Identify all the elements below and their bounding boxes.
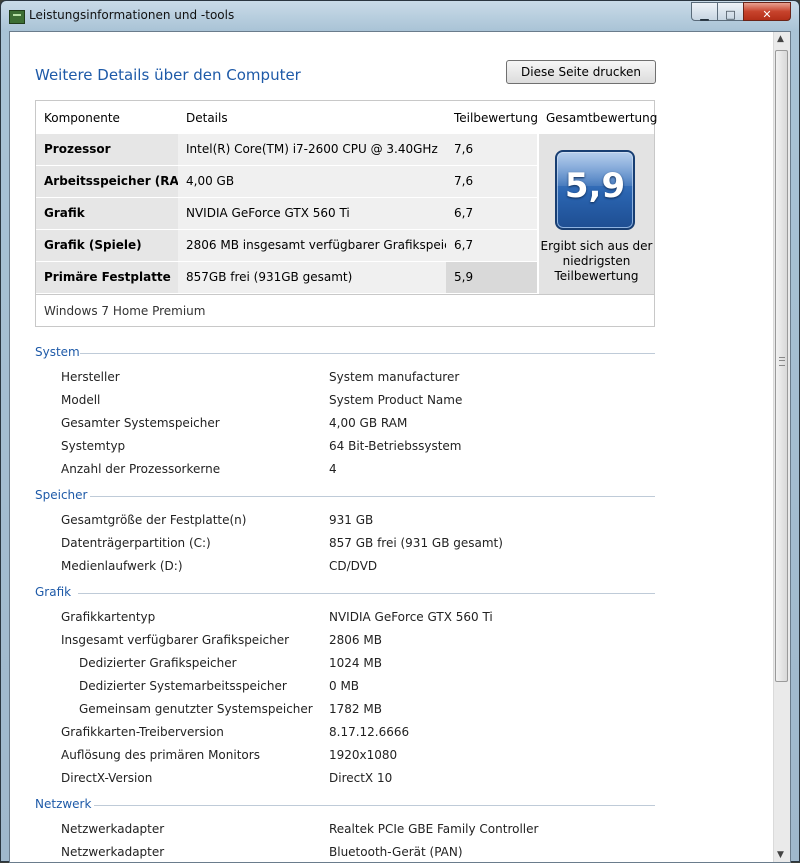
grip-icon xyxy=(779,357,785,366)
detail-label: Systemtyp xyxy=(61,439,126,453)
detail-value: 8.17.12.6666 xyxy=(329,725,410,739)
score-row-gaming-graphics: Grafik (Spiele) 2806 MB insgesamt verfüg… xyxy=(36,230,538,261)
maximize-icon: □ xyxy=(725,8,736,21)
detail-value: System manufacturer xyxy=(329,370,460,384)
detail-label: Hersteller xyxy=(61,370,120,384)
component-name: Prozessor xyxy=(36,134,178,165)
detail-label: Grafikkartentyp xyxy=(61,610,156,624)
detail-label: Medienlaufwerk (D:) xyxy=(61,559,183,573)
section-divider xyxy=(94,805,655,806)
score-row-primary-disk: Primäre Festplatte 857GB frei (931GB ges… xyxy=(36,262,538,293)
score-row-graphics: Grafik NVIDIA GeForce GTX 560 Ti 6,7 xyxy=(36,198,538,229)
score-row-memory: Arbeitsspeicher (RAM) 4,00 GB 7,6 xyxy=(36,166,538,197)
detail-value: System Product Name xyxy=(329,393,463,407)
detail-value: Bluetooth-Gerät (PAN) xyxy=(329,845,463,859)
component-name: Primäre Festplatte xyxy=(36,262,178,293)
scroll-thumb[interactable] xyxy=(775,50,788,682)
scroll-up-icon[interactable]: ▲ xyxy=(777,34,784,44)
content-area: Weitere Details über den Computer Diese … xyxy=(9,31,791,863)
performance-app-icon xyxy=(9,10,25,24)
minimize-icon: ▁ xyxy=(700,8,709,21)
section-title-graphics: Grafik xyxy=(35,585,72,599)
detail-value: 1024 MB xyxy=(329,656,382,670)
detail-label: Insgesamt verfügbarer Grafikspeicher xyxy=(61,633,290,647)
minimize-button[interactable]: ▁ xyxy=(691,2,718,21)
page-title: Weitere Details über den Computer xyxy=(35,66,301,84)
component-name: Grafik xyxy=(36,198,178,229)
component-name: Grafik (Spiele) xyxy=(36,230,178,261)
detail-label: Grafikkarten-Treiberversion xyxy=(61,725,224,739)
title-bar[interactable]: Leistungsinformationen und -tools ▁ □ ✕ xyxy=(1,1,799,31)
detail-value: 1782 MB xyxy=(329,702,382,716)
overall-score: 5,9 xyxy=(564,166,626,206)
section-divider xyxy=(80,353,655,354)
detail-value: DirectX 10 xyxy=(329,771,393,785)
detail-value: 931 GB xyxy=(329,513,374,527)
component-details: 857GB frei (931GB gesamt) xyxy=(178,262,446,293)
detail-label: Anzahl der Prozessorkerne xyxy=(61,462,221,476)
header-overall: Gesamtbewertung xyxy=(546,111,658,125)
detail-label: Datenträgerpartition (C:) xyxy=(61,536,211,550)
detail-value: 64 Bit-Betriebssystem xyxy=(329,439,462,453)
vertical-scrollbar[interactable]: ▲ ▼ xyxy=(773,32,790,862)
score-row-processor: Prozessor Intel(R) Core(TM) i7-2600 CPU … xyxy=(36,134,538,165)
detail-value: NVIDIA GeForce GTX 560 Ti xyxy=(329,610,493,624)
header-component: Komponente xyxy=(44,111,120,125)
section-title-network: Netzwerk xyxy=(35,797,92,811)
detail-value: 0 MB xyxy=(329,679,360,693)
section-divider xyxy=(78,593,655,594)
score-badge-icon: 5,9 xyxy=(555,150,635,230)
detail-value: Realtek PCIe GBE Family Controller xyxy=(329,822,539,836)
overall-score-panel: 5,9 Ergibt sich aus der niedrigsten Teil… xyxy=(539,134,654,294)
component-subscore: 7,6 xyxy=(446,134,537,165)
detail-value: CD/DVD xyxy=(329,559,378,573)
detail-label: Modell xyxy=(61,393,101,407)
detail-value: 4 xyxy=(329,462,337,476)
detail-label: Gesamter Systemspeicher xyxy=(61,416,220,430)
component-subscore: 5,9 xyxy=(446,262,537,293)
component-details: 2806 MB insgesamt verfügbarer Grafikspei… xyxy=(178,230,471,261)
detail-label: Auflösung des primären Monitors xyxy=(61,748,260,762)
component-details: NVIDIA GeForce GTX 560 Ti xyxy=(178,198,446,229)
detail-value: 4,00 GB RAM xyxy=(329,416,408,430)
close-button[interactable]: ✕ xyxy=(743,2,791,21)
detail-value: 1920x1080 xyxy=(329,748,398,762)
component-details: Intel(R) Core(TM) i7-2600 CPU @ 3.40GHz xyxy=(178,134,446,165)
overall-score-note: Ergibt sich aus der niedrigsten Teilbewe… xyxy=(540,239,653,283)
detail-label: Dedizierter Systemarbeitsspeicher xyxy=(79,679,287,693)
window-title: Leistungsinformationen und -tools xyxy=(29,8,235,22)
header-subscore: Teilbewertung xyxy=(454,111,539,125)
detail-label: DirectX-Version xyxy=(61,771,153,785)
detail-label: Gesamtgröße der Festplatte(n) xyxy=(61,513,247,527)
header-details: Details xyxy=(186,111,228,125)
detail-label: Netzwerkadapter xyxy=(61,822,165,836)
window: Leistungsinformationen und -tools ▁ □ ✕ … xyxy=(0,0,800,863)
detail-value: 2806 MB xyxy=(329,633,382,647)
detail-label: Netzwerkadapter xyxy=(61,845,165,859)
section-divider xyxy=(90,496,655,497)
section-title-storage: Speicher xyxy=(35,488,88,502)
scroll-down-icon[interactable]: ▼ xyxy=(777,850,784,860)
print-page-button[interactable]: Diese Seite drucken xyxy=(506,60,656,84)
detail-label: Dedizierter Grafikspeicher xyxy=(79,656,237,670)
maximize-button[interactable]: □ xyxy=(717,2,744,21)
component-subscore: 7,6 xyxy=(446,166,537,197)
component-name: Arbeitsspeicher (RAM) xyxy=(36,166,196,197)
component-subscore: 6,7 xyxy=(446,198,537,229)
section-title-system: System xyxy=(35,345,80,359)
detail-label: Gemeinsam genutzter Systemspeicher xyxy=(79,702,313,716)
detail-value: 857 GB frei (931 GB gesamt) xyxy=(329,536,503,550)
close-icon: ✕ xyxy=(762,8,772,21)
component-subscore: 6,7 xyxy=(446,230,537,261)
component-details: 4,00 GB xyxy=(178,166,446,197)
score-table: Komponente Details Teilbewertung Gesamtb… xyxy=(35,100,658,327)
windows-edition: Windows 7 Home Premium xyxy=(36,294,654,326)
